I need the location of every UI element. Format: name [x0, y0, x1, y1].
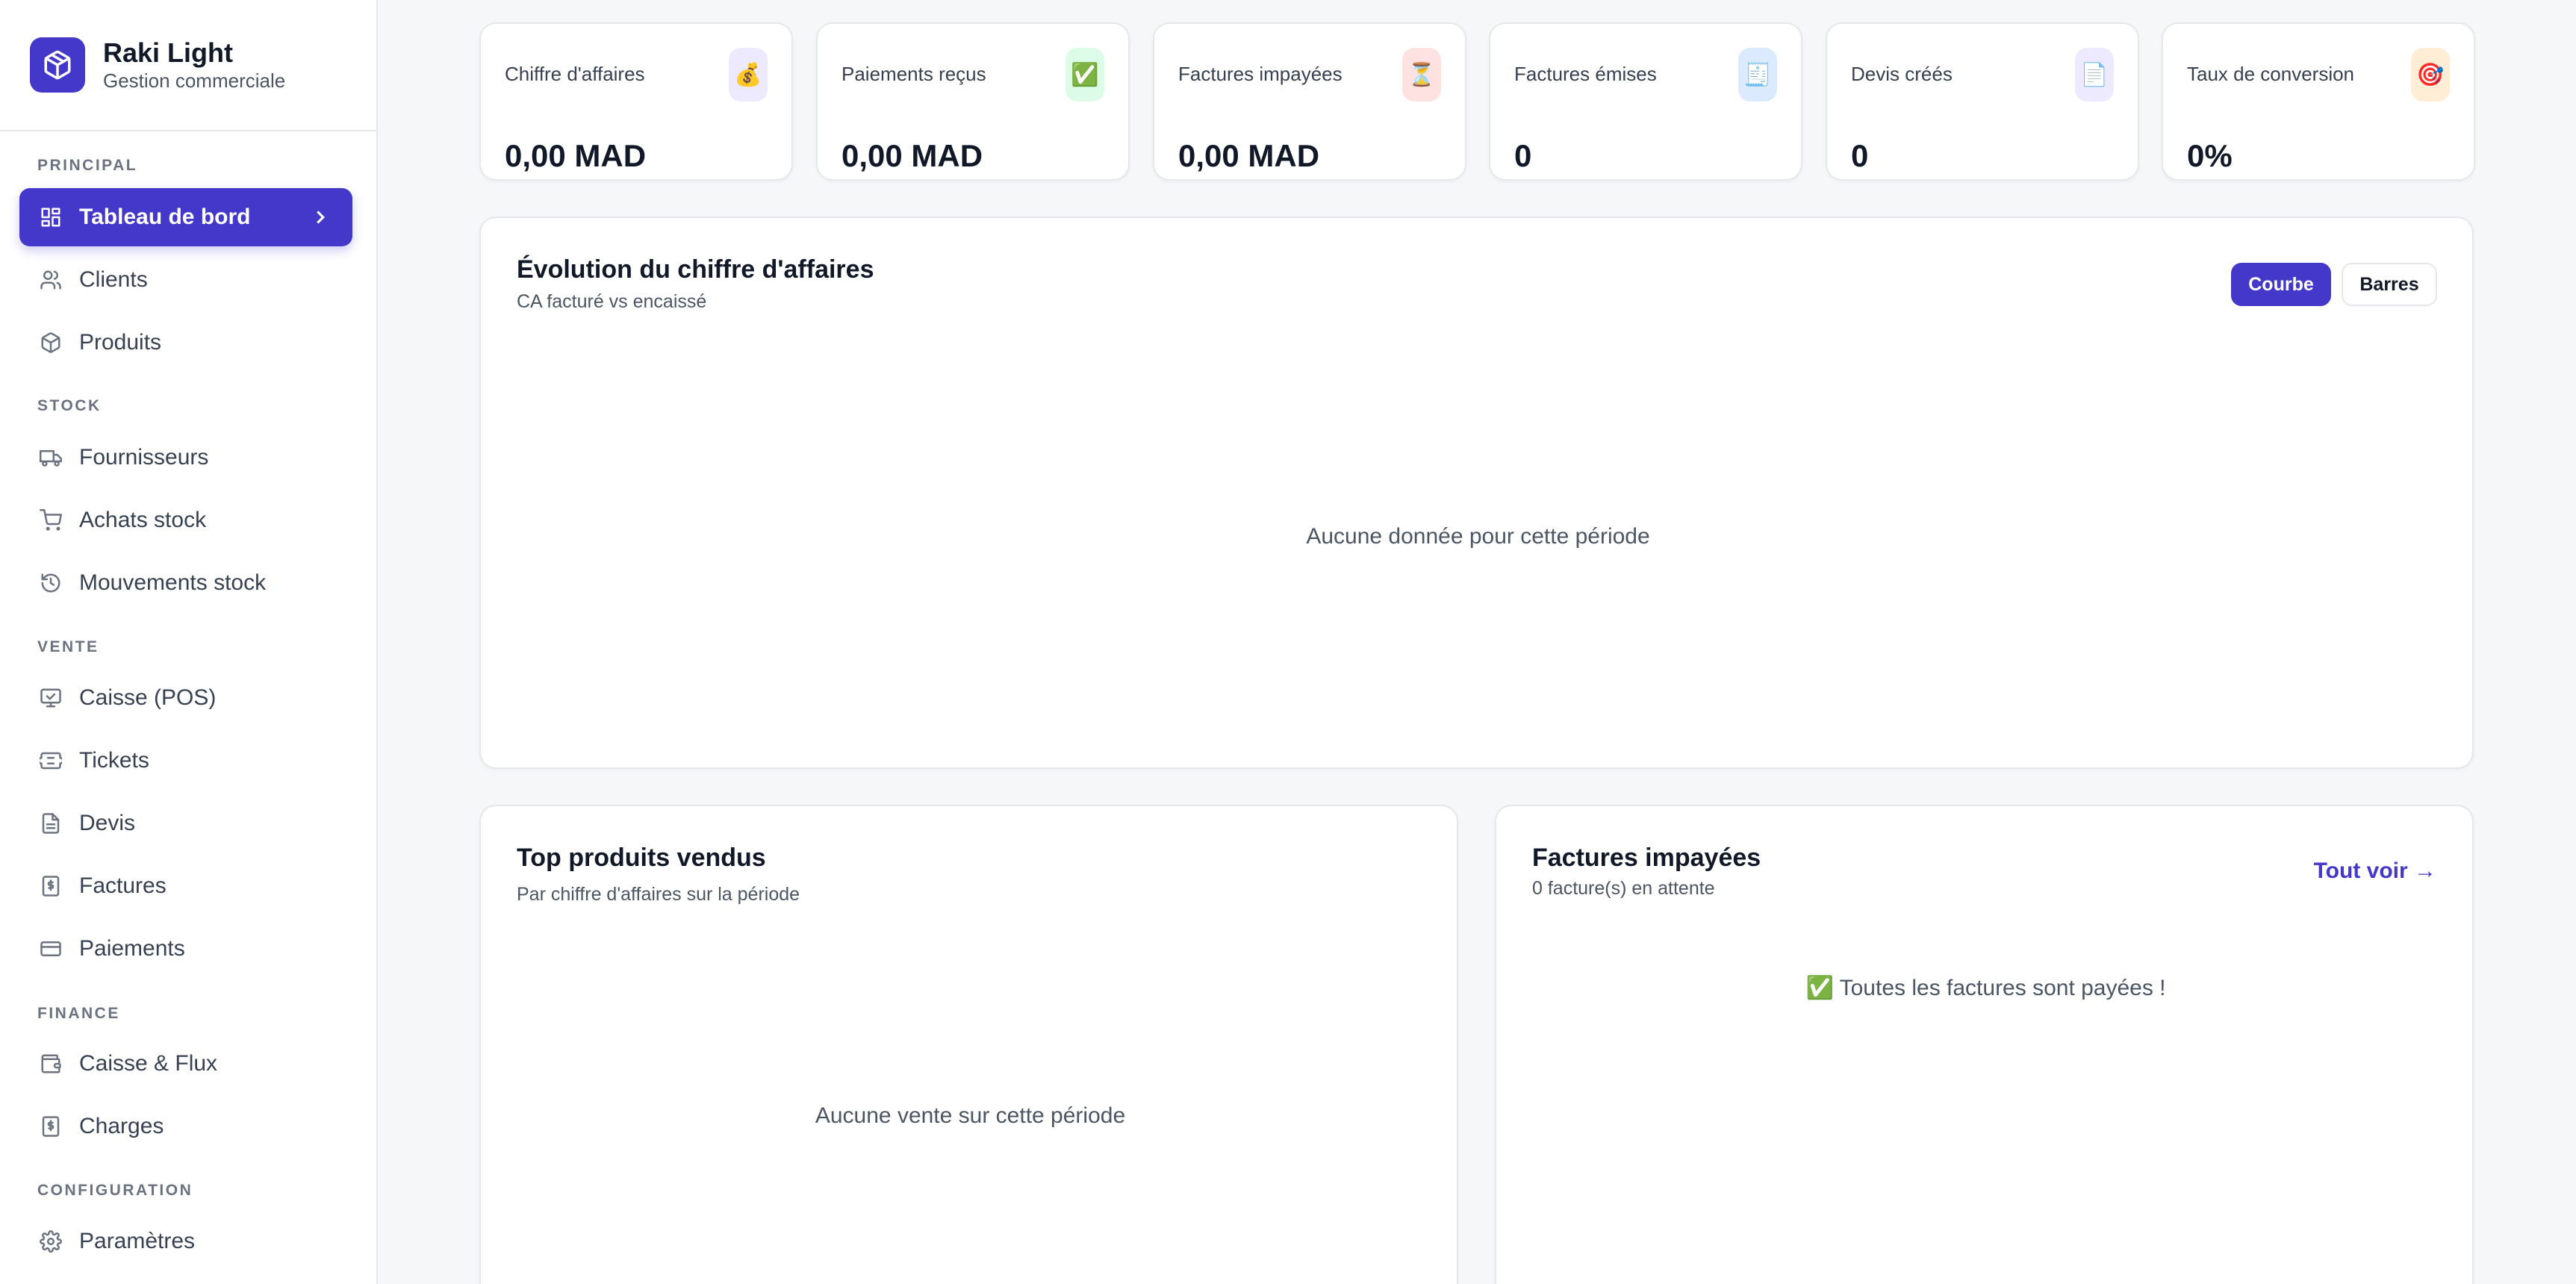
sidebar-item-label: Devis [79, 811, 136, 835]
top-products-title: Top produits vendus [517, 844, 766, 872]
stat-title: Paiements reçus [841, 63, 986, 85]
sidebar-item-label: Paramètres [79, 1229, 196, 1253]
sidebar-item-achats-stock[interactable]: Achats stock [19, 491, 352, 549]
document-icon: 📄 [2075, 48, 2114, 102]
wallet-icon [37, 1050, 64, 1077]
stat-title: Chiffre d'affaires [505, 63, 645, 85]
sidebar-item-caisse-pos[interactable]: Caisse (POS) [19, 669, 352, 727]
section-label-finance: FINANCE [37, 1005, 120, 1022]
sidebar-item-label: Tableau de bord [79, 205, 251, 229]
see-all-link[interactable]: Tout voir → [2314, 858, 2436, 884]
sidebar: Raki Light Gestion commerciale PRINCIPAL… [0, 0, 378, 1284]
stat-card-factures-emises: Factures émises 🧾 0 [1489, 22, 1802, 181]
sidebar-item-tickets[interactable]: Tickets [19, 732, 352, 790]
sidebar-item-label: Produits [79, 330, 162, 355]
monitor-icon [37, 685, 64, 711]
stat-value: 0% [2187, 138, 2233, 173]
invoice-icon [37, 873, 64, 900]
section-label-stock: STOCK [37, 397, 102, 414]
stat-value: 0,00 MAD [1178, 138, 1320, 173]
revenue-chart-empty-state: Aucune donnée pour cette période [1306, 524, 1650, 549]
sidebar-item-label: Caisse & Flux [79, 1051, 218, 1076]
sidebar-item-label: Fournisseurs [79, 445, 209, 470]
sidebar-item-charges[interactable]: Charges [19, 1097, 352, 1156]
revenue-chart-title: Évolution du chiffre d'affaires [517, 255, 874, 284]
sidebar-item-fournisseurs[interactable]: Fournisseurs [19, 428, 352, 487]
stat-card-taux-conversion: Taux de conversion 🎯 0% [2162, 22, 2475, 181]
chevron-right-icon [309, 206, 332, 228]
sidebar-item-label: Caisse (POS) [79, 685, 217, 710]
truck-icon [37, 444, 64, 471]
users-icon [37, 267, 64, 293]
sidebar-item-parametres[interactable]: Paramètres [19, 1212, 352, 1271]
sidebar-item-paiements[interactable]: Paiements [19, 920, 352, 978]
box-logo-icon [30, 37, 85, 93]
money-bag-icon: 💰 [729, 48, 768, 102]
stat-value: 0,00 MAD [505, 138, 647, 173]
file-text-icon [37, 810, 64, 837]
sidebar-item-label: Mouvements stock [79, 570, 267, 595]
sidebar-item-label: Tickets [79, 748, 149, 773]
receipt-dollar-icon [37, 1113, 64, 1140]
ticket-icon [37, 747, 64, 774]
gear-icon [37, 1228, 64, 1255]
curve-toggle-button[interactable]: Courbe [2231, 263, 2331, 306]
sidebar-item-label: Charges [79, 1114, 164, 1138]
check-mark-icon: ✅ [1065, 48, 1104, 102]
sidebar-item-produits[interactable]: Produits [19, 314, 352, 372]
unpaid-invoices-card: Factures impayées 0 facture(s) en attent… [1495, 805, 2474, 1284]
dashboard-grid-icon [37, 204, 64, 231]
stat-title: Taux de conversion [2187, 63, 2355, 85]
stat-title: Factures impayées [1178, 63, 1343, 85]
sidebar-item-label: Paiements [79, 936, 185, 961]
stat-title: Factures émises [1514, 63, 1657, 85]
receipt-icon: 🧾 [1738, 48, 1777, 102]
stat-value: 0,00 MAD [841, 138, 983, 173]
stat-value: 0 [1851, 138, 1869, 173]
package-icon [37, 329, 64, 356]
sidebar-item-label: Factures [79, 873, 167, 898]
sidebar-item-devis[interactable]: Devis [19, 794, 352, 853]
unpaid-invoices-empty-state: ✅ Toutes les factures sont payées ! [1805, 976, 2166, 1000]
section-label-principal: PRINCIPAL [37, 157, 138, 174]
unpaid-invoices-subtitle: 0 facture(s) en attente [1532, 878, 1715, 899]
stat-card-paiements-recus: Paiements reçus ✅ 0,00 MAD [816, 22, 1130, 181]
sidebar-item-label: Clients [79, 267, 148, 292]
sidebar-item-label: Achats stock [79, 508, 207, 532]
brand-subtitle: Gestion commerciale [103, 69, 286, 92]
stat-card-devis-crees: Devis créés 📄 0 [1826, 22, 2139, 181]
sidebar-item-mouvements-stock[interactable]: Mouvements stock [19, 554, 352, 612]
stat-value: 0 [1514, 138, 1532, 173]
revenue-chart-card: Évolution du chiffre d'affaires CA factu… [479, 216, 2474, 769]
top-products-card: Top produits vendus Par chiffre d'affair… [479, 805, 1458, 1284]
brand-name: Raki Light [103, 37, 234, 68]
sidebar-item-caisse-flux[interactable]: Caisse & Flux [19, 1035, 352, 1093]
top-products-empty-state: Aucune vente sur cette période [815, 1103, 1126, 1128]
shopping-cart-icon [37, 507, 64, 534]
stat-card-chiffre-affaires: Chiffre d'affaires 💰 0,00 MAD [479, 22, 793, 181]
sidebar-item-clients[interactable]: Clients [19, 251, 352, 309]
credit-card-icon [37, 935, 64, 962]
bars-toggle-button[interactable]: Barres [2342, 263, 2437, 306]
section-label-vente: VENTE [37, 638, 99, 655]
sidebar-item-dashboard[interactable]: Tableau de bord [19, 188, 352, 246]
stat-card-factures-impayees: Factures impayées ⏳ 0,00 MAD [1153, 22, 1466, 181]
brand: Raki Light Gestion commerciale [0, 0, 376, 131]
sidebar-item-factures[interactable]: Factures [19, 857, 352, 915]
history-icon [37, 570, 64, 596]
hourglass-icon: ⏳ [1402, 48, 1441, 102]
revenue-chart-subtitle: CA facturé vs encaissé [517, 291, 707, 312]
target-icon: 🎯 [2411, 48, 2450, 102]
top-products-subtitle: Par chiffre d'affaires sur la période [517, 884, 800, 905]
unpaid-invoices-title: Factures impayées [1532, 844, 1761, 872]
section-label-configuration: CONFIGURATION [37, 1182, 193, 1199]
stat-title: Devis créés [1851, 63, 1953, 85]
